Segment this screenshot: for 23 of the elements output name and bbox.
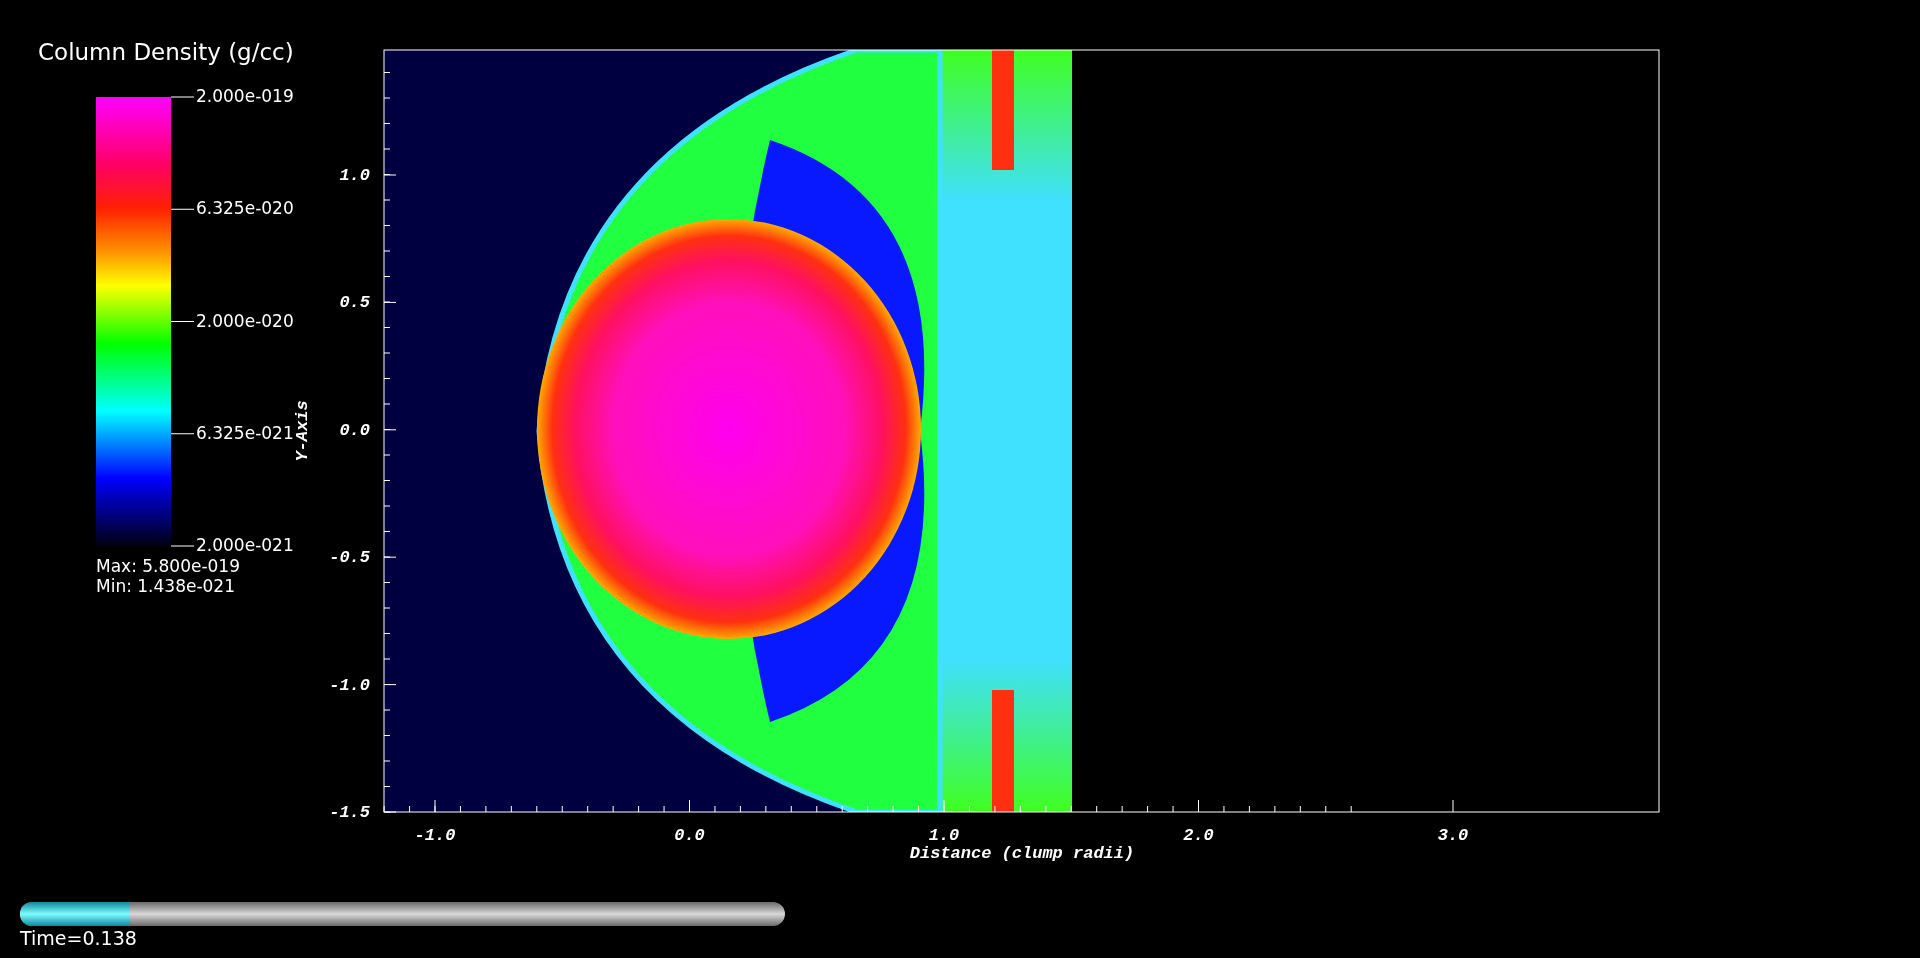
y-tick-label: -1.5 [329, 803, 370, 822]
x-tick-label: 3.0 [1437, 826, 1469, 845]
color-bar-label: 2.000e-020 [196, 310, 294, 331]
color-bar-label: 2.000e-021 [196, 535, 294, 555]
y-tick-label: 1.0 [339, 166, 370, 185]
y-tick-label: 0.0 [339, 420, 370, 440]
x-tick-label: 1.0 [928, 826, 960, 845]
y-tick-label: -1.0 [329, 675, 370, 695]
x-tick-label: -1.0 [414, 826, 456, 845]
x-axis-title: Distance (clump radii) [909, 844, 1135, 863]
y-tick-label: 0.5 [339, 293, 370, 313]
color-bar-label: 6.325e-021 [196, 422, 294, 443]
color-bar-label: 6.325e-020 [196, 198, 294, 219]
y-tick-label: -0.5 [329, 548, 370, 568]
time-label: Time=0.138 [20, 927, 137, 949]
min-value: Min: 1.438e-021 [96, 576, 235, 596]
legend-title: Column Density (g/cc) [38, 39, 294, 65]
x-tick-label: 0.0 [674, 826, 705, 845]
time-slider[interactable] [20, 902, 785, 926]
color-bar-label: 2.000e-019 [196, 86, 294, 106]
y-axis-title: Y-Axis [293, 400, 312, 462]
max-value: Max: 5.800e-019 [96, 556, 240, 576]
x-tick-label: 2.0 [1183, 826, 1214, 845]
